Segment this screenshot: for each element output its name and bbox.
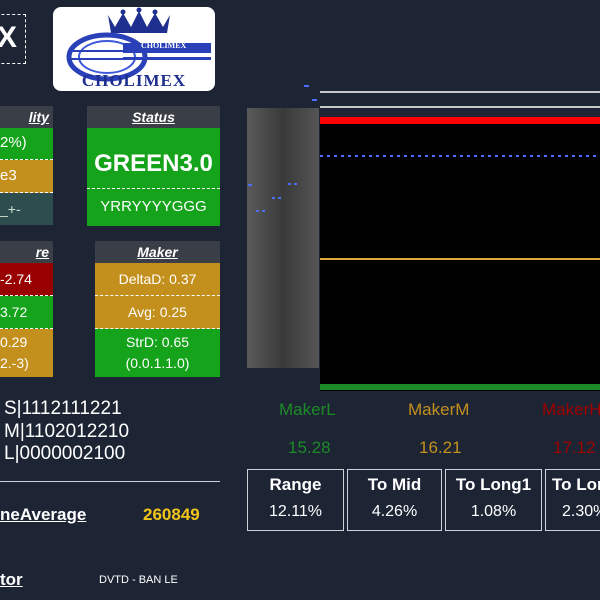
brand-badge: X bbox=[0, 14, 26, 64]
liquidity-row-3: _+- bbox=[0, 193, 53, 225]
stat-to-long1: To Long1 1.08% bbox=[445, 469, 542, 531]
liquidity-title-text: lity bbox=[28, 109, 49, 125]
maker-low-label: MakerL bbox=[279, 400, 336, 419]
upper-line-1 bbox=[320, 91, 600, 93]
status-title-text: Status bbox=[132, 109, 175, 125]
signal-long: L|0000002100 bbox=[4, 443, 126, 464]
section-divider bbox=[0, 481, 220, 482]
stat-to-mid: To Mid 4.26% bbox=[347, 469, 442, 531]
score-row-3: 0.29 2.-3) bbox=[0, 329, 53, 377]
maker-avg: Avg: 0.25 bbox=[95, 296, 220, 329]
price-chart bbox=[247, 85, 600, 391]
logo-wordmark: CHOLIMEX bbox=[81, 71, 187, 90]
logo-small-text: CHOLIMEX bbox=[141, 41, 187, 50]
maker-panel-title: Maker bbox=[95, 241, 220, 263]
upper-line-2 bbox=[320, 106, 600, 108]
status-panel-body: GREEN3.0 YRRYYYYGGG bbox=[87, 128, 220, 226]
maker-strd: StrD: 0.65 (0.0.1.1.0) bbox=[95, 329, 220, 377]
score-row-1: -2.74 bbox=[0, 263, 53, 296]
maker-high-label: MakerH bbox=[542, 400, 600, 419]
maker-mid-value: 16.21 bbox=[419, 438, 462, 457]
maker-mid-line bbox=[320, 258, 600, 260]
status-value: GREEN3.0 bbox=[94, 150, 213, 177]
company-logo: CHOLIMEX CHOLIMEX bbox=[53, 7, 215, 91]
maker-mid-label: MakerM bbox=[408, 400, 470, 419]
signal-short: S|1112111221 bbox=[4, 398, 122, 419]
volume-average-label[interactable]: neAverage bbox=[0, 505, 86, 525]
score-title-text: re bbox=[35, 244, 49, 260]
status-panel-title: Status bbox=[87, 106, 220, 128]
score-row-2: 3.72 bbox=[0, 296, 53, 329]
stat-range: Range 12.11% bbox=[247, 469, 344, 531]
liquidity-row-1: 2%) bbox=[0, 128, 53, 160]
maker-low-value: 15.28 bbox=[288, 438, 331, 457]
maker-low-line bbox=[320, 384, 600, 390]
footer-source: DVTD - BAN LE bbox=[99, 574, 178, 586]
liquidity-panel-title: lity bbox=[0, 106, 53, 128]
chart-plot-area bbox=[320, 121, 600, 391]
maker-high-value: 17.12 bbox=[553, 438, 596, 457]
score-panel-title: re bbox=[0, 241, 53, 263]
liquidity-row-2: e3 bbox=[0, 160, 53, 193]
volume-profile-bar bbox=[247, 108, 319, 368]
maker-delta: DeltaD: 0.37 bbox=[95, 263, 220, 296]
status-divider bbox=[87, 188, 220, 189]
maker-title-text: Maker bbox=[137, 244, 178, 260]
footer-link[interactable]: tor bbox=[0, 570, 23, 590]
status-pattern: YRRYYYYGGG bbox=[100, 198, 207, 215]
maker-high-line bbox=[320, 117, 600, 124]
volume-average-value: 260849 bbox=[143, 505, 200, 524]
brand-text: X bbox=[0, 21, 18, 54]
stat-to-long2: To Long2 2.30% bbox=[545, 469, 600, 531]
signal-mid: M|1102012210 bbox=[4, 421, 130, 442]
